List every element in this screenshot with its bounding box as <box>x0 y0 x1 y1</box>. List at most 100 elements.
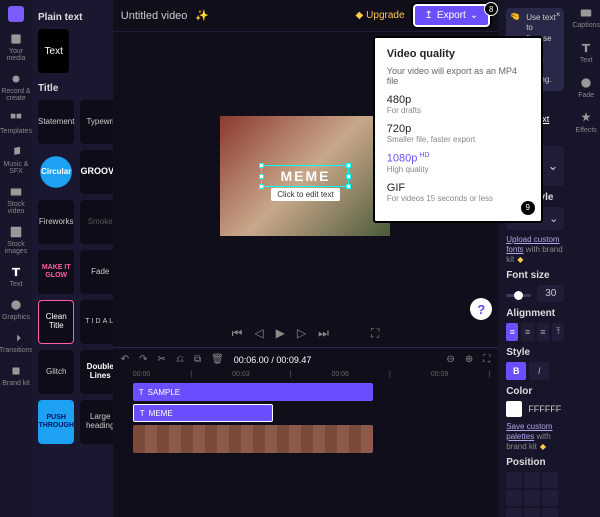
color-swatch[interactable] <box>506 401 522 417</box>
zoom-in-icon[interactable]: ⊕ <box>465 354 473 365</box>
template-glow[interactable]: MAKE IT GLOW <box>38 250 74 294</box>
resize-handle[interactable] <box>346 163 351 168</box>
rail-brand-kit[interactable]: Brand kit <box>2 364 30 387</box>
export-option-1080p[interactable]: 1080pHDHigh quality <box>387 152 529 174</box>
position-heading: Position <box>506 457 564 468</box>
template-fade[interactable]: Fade <box>80 250 112 294</box>
rail-your-media[interactable]: Your media <box>0 32 32 62</box>
template-fireworks[interactable]: Fireworks <box>38 200 74 244</box>
font-size-heading: Font size <box>506 270 564 281</box>
pos-mr[interactable] <box>542 490 558 506</box>
template-typewriter[interactable]: Typewri <box>80 100 112 144</box>
resize-handle[interactable] <box>259 184 264 189</box>
edit-text-tooltip: Click to edit text <box>271 188 339 201</box>
play-icon[interactable]: ▶ <box>276 326 285 341</box>
resize-handle[interactable] <box>346 174 351 179</box>
project-title[interactable]: Untitled video <box>121 10 188 22</box>
rail-graphics[interactable]: Graphics <box>2 298 30 321</box>
rail-text[interactable]: Text <box>9 265 23 288</box>
template-glitch[interactable]: Glitch <box>38 350 74 394</box>
font-size-value[interactable]: 30 <box>537 285 564 302</box>
align-right-button[interactable]: ≡ <box>537 323 549 341</box>
skip-back-icon[interactable]: ⏮ <box>232 326 243 341</box>
export-dropdown: Video quality Your video will export as … <box>373 36 543 223</box>
help-button[interactable]: ? <box>470 298 492 320</box>
title-heading: Title <box>38 83 107 94</box>
timeline-time: 00:06.00 / 00:09.47 <box>234 355 312 365</box>
rrail-effects[interactable]: Effects <box>576 111 597 134</box>
split-icon[interactable]: ⎌ <box>176 354 184 365</box>
bold-button[interactable]: B <box>506 362 526 380</box>
rail-record[interactable]: Record & create <box>0 72 32 102</box>
step-back-icon[interactable]: ◁ <box>254 326 263 341</box>
redo-icon[interactable]: ↷ <box>139 354 147 365</box>
pos-tc[interactable] <box>524 472 540 488</box>
export-button[interactable]: ↥ Export ⌄ 8 <box>413 4 491 27</box>
pos-bl[interactable] <box>506 508 522 517</box>
zoom-out-icon[interactable]: ⊖ <box>446 354 454 365</box>
align-top-button[interactable]: ⤒ <box>552 323 564 341</box>
copy-icon[interactable]: ⧉ <box>194 354 201 365</box>
pos-tr[interactable] <box>542 472 558 488</box>
rrail-text[interactable]: Text <box>579 41 593 64</box>
italic-button[interactable]: I <box>529 362 549 380</box>
fit-icon[interactable]: ⛶ <box>483 354 490 365</box>
template-push-through[interactable]: PUSH THROUGH <box>38 400 74 444</box>
resize-handle[interactable] <box>346 184 351 189</box>
template-tidal[interactable]: TIDAL <box>80 300 112 344</box>
pos-ml[interactable] <box>506 490 522 506</box>
rrail-captions[interactable]: Captions <box>572 6 600 29</box>
rail-transitions[interactable]: Transitions <box>0 331 33 354</box>
rail-music[interactable]: Music & SFX <box>0 145 32 175</box>
template-statement[interactable]: Statement <box>38 100 74 144</box>
chevron-down-icon: ⌄ <box>470 10 478 21</box>
pos-tl[interactable] <box>506 472 522 488</box>
font-size-slider[interactable] <box>506 294 531 297</box>
template-large-heading[interactable]: Large heading <box>80 400 112 444</box>
timeline-ruler[interactable]: 00:00| 00:03| 00:06| 00:09| <box>121 367 490 380</box>
track-video-thumbs[interactable] <box>133 425 373 453</box>
pos-mc[interactable] <box>524 490 540 506</box>
skip-forward-icon[interactable]: ⏭ <box>318 326 329 341</box>
upgrade-button[interactable]: ◆Upgrade <box>355 10 404 21</box>
rail-stock-images[interactable]: Stock images <box>0 225 32 255</box>
cut-icon[interactable]: ✂ <box>158 354 166 365</box>
top-bar: Untitled video ✨ ◆Upgrade ↥ Export ⌄ 8 <box>113 0 498 32</box>
export-option-720p[interactable]: 720pSmaller file, faster export <box>387 123 529 144</box>
template-smoke[interactable]: Smoke <box>80 200 112 244</box>
color-hex[interactable]: FFFFFF <box>528 404 561 414</box>
fullscreen-icon[interactable]: ⛶ <box>371 326 379 341</box>
export-option-480p[interactable]: 480pFor drafts <box>387 94 529 115</box>
template-clean-title[interactable]: Clean Title <box>38 300 74 344</box>
template-plain-text[interactable]: Text <box>38 29 69 73</box>
step-forward-icon[interactable]: ▷ <box>297 326 306 341</box>
resize-handle[interactable] <box>259 163 264 168</box>
template-circular[interactable]: Circular <box>38 150 74 194</box>
align-left-button[interactable]: ≡ <box>506 323 518 341</box>
export-option-gif[interactable]: GIFFor videos 15 seconds or less <box>387 182 529 203</box>
delete-icon[interactable]: 🗑 <box>211 354 224 365</box>
align-center-button[interactable]: ≡ <box>521 323 533 341</box>
pinch-icon: 🤏 <box>510 12 520 22</box>
slider-thumb[interactable] <box>514 291 523 300</box>
text-icon: T <box>139 388 144 397</box>
plain-text-heading: Plain text <box>38 12 107 23</box>
rail-stock-video[interactable]: Stock video <box>0 185 32 215</box>
app-logo <box>8 6 24 22</box>
undo-icon[interactable]: ↶ <box>121 354 129 365</box>
magic-icon[interactable]: ✨ <box>195 9 209 22</box>
resize-handle[interactable] <box>259 174 264 179</box>
export-step-badge-2: 9 <box>521 201 535 215</box>
pos-bc[interactable] <box>524 508 540 517</box>
chevron-down-icon: ⌄ <box>547 158 558 174</box>
track-meme[interactable]: TMEME <box>133 404 273 422</box>
pos-br[interactable] <box>542 508 558 517</box>
template-double-lines[interactable]: Double Lines <box>80 350 112 394</box>
template-groovy[interactable]: GROOVY <box>80 150 112 194</box>
track-sample[interactable]: TSAMPLE <box>133 383 373 401</box>
rail-templates[interactable]: Templates <box>0 112 32 135</box>
close-icon[interactable]: × <box>556 10 561 20</box>
text-element-selected[interactable]: MEME <box>261 165 349 187</box>
text-icon: T <box>140 409 145 418</box>
rrail-fade[interactable]: Fade <box>578 76 594 99</box>
